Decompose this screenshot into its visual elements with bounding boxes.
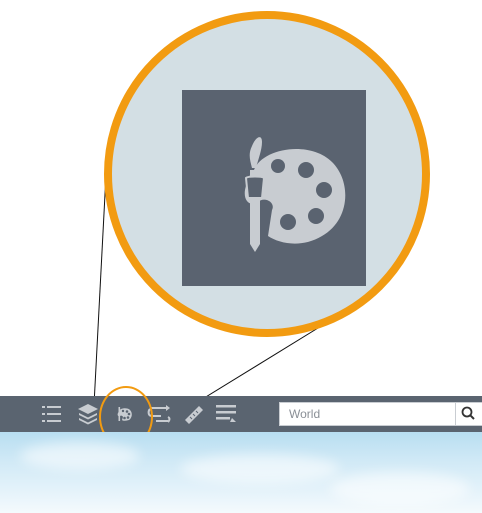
search-input[interactable] [279, 402, 455, 426]
map-cloud [180, 454, 340, 484]
palette-icon [244, 137, 346, 252]
map-cloud [330, 472, 470, 506]
layers-icon [78, 404, 98, 425]
map-canvas[interactable] [0, 432, 482, 513]
legend-list-button[interactable] [40, 401, 64, 427]
ruler-icon [185, 406, 203, 424]
map-cloud [20, 442, 140, 470]
search-icon [461, 406, 475, 420]
menu-button[interactable] [214, 401, 238, 427]
search-button[interactable] [455, 402, 482, 426]
list-icon [42, 406, 61, 422]
measure-button[interactable] [182, 401, 206, 427]
menu-lines-icon [216, 405, 236, 422]
layers-button[interactable] [76, 401, 100, 427]
screenshot-canvas [0, 0, 482, 513]
magnifier-callout [104, 11, 430, 337]
magnified-styles-tile [182, 90, 366, 286]
